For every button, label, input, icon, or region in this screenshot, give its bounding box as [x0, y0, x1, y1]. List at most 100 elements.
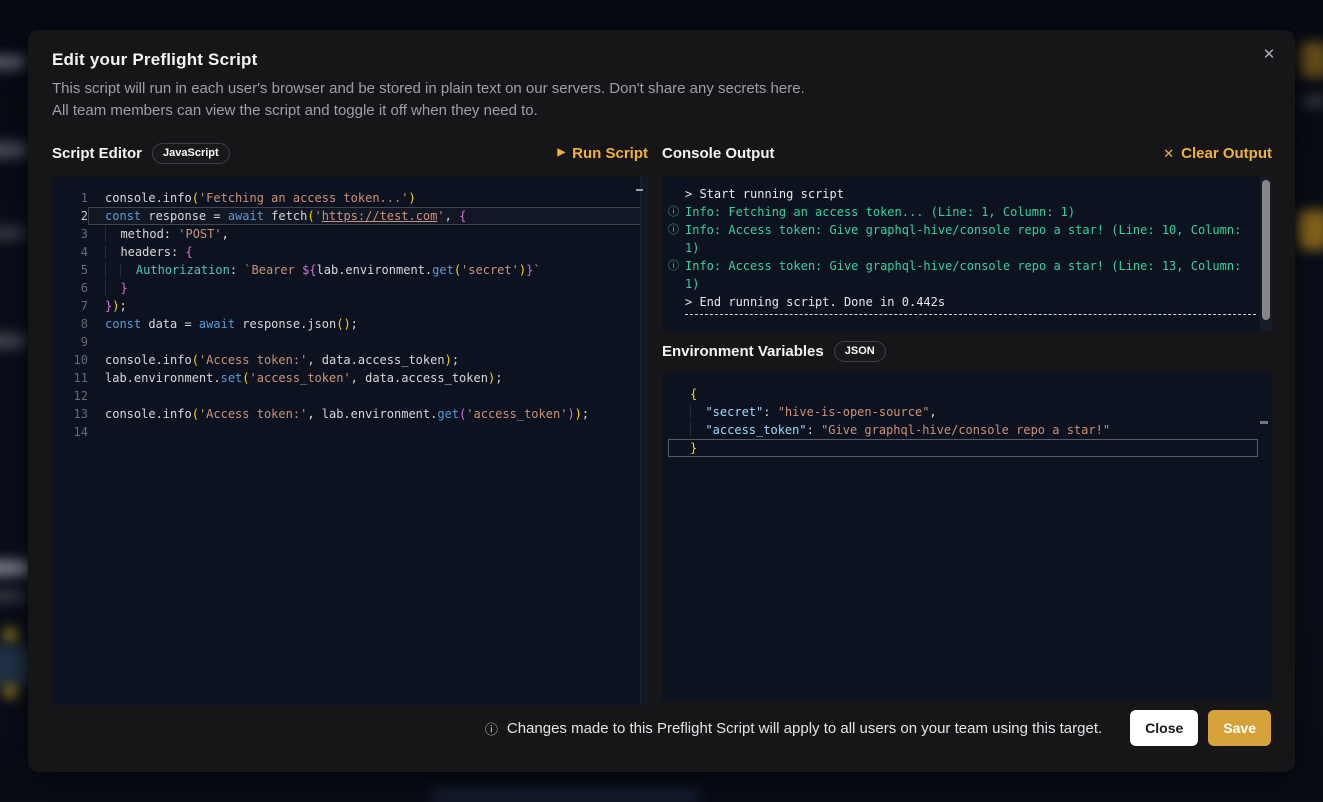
modal-title: Edit your Preflight Script: [52, 50, 257, 70]
console-line: > End running script. Done in 0.442s: [662, 293, 1272, 311]
backdrop-blob: [0, 55, 26, 70]
info-circle-icon: ⓘ: [668, 203, 685, 221]
close-button[interactable]: Close: [1130, 710, 1198, 746]
code-line-content: console.info('Access token:', data.acces…: [88, 351, 648, 369]
code-line-content: const response = await fetch('https://te…: [88, 207, 648, 225]
console-scrollbar-thumb[interactable]: [1262, 180, 1270, 320]
console-output-section: Console Output ✕ Clear Output > Start ru…: [662, 143, 1272, 701]
console-lines: > Start running scriptⓘInfo: Fetching an…: [662, 185, 1272, 311]
script-code-editor[interactable]: 1console.info('Fetching an access token.…: [52, 177, 648, 705]
code-line[interactable]: 8const data = await response.json();: [52, 315, 648, 333]
code-token: ): [567, 407, 574, 421]
code-line-content: const data = await response.json();: [88, 315, 648, 333]
console-line: ⓘInfo: Fetching an access token... (Line…: [662, 203, 1272, 221]
backdrop-blob: [0, 560, 30, 576]
backdrop-blob: [3, 628, 18, 642]
console-output-panel[interactable]: > Start running scriptⓘInfo: Fetching an…: [662, 177, 1272, 331]
save-button[interactable]: Save: [1208, 710, 1271, 746]
modal-description-line-1: This script will run in each user's brow…: [52, 78, 805, 100]
env-line[interactable]: {: [668, 385, 1258, 403]
code-token: , data.access_token: [351, 371, 488, 385]
console-line: ⓘInfo: Access token: Give graphql-hive/c…: [662, 257, 1272, 293]
modal-description-line-2: All team members can view the script and…: [52, 100, 805, 122]
code-line[interactable]: 7});: [52, 297, 648, 315]
code-token: data =: [141, 317, 199, 331]
code-line[interactable]: 3 method: 'POST',: [52, 225, 648, 243]
env-line[interactable]: }: [668, 439, 1258, 457]
code-token: ): [519, 263, 526, 277]
code-line[interactable]: 13console.info('Access token:', lab.envi…: [52, 405, 648, 423]
code-token: }: [120, 281, 127, 295]
environment-variables-header: Environment Variables JSON: [662, 341, 1272, 361]
code-token: 'POST': [178, 227, 221, 241]
code-token: https://test.com: [322, 209, 438, 223]
code-token: {: [459, 209, 466, 223]
editor-scrollbar-strip[interactable]: [640, 177, 648, 705]
env-line[interactable]: "access_token": "Give graphql-hive/conso…: [668, 421, 1258, 439]
code-token: 'Access token:': [199, 353, 307, 367]
code-token: const: [105, 317, 141, 331]
env-line[interactable]: "secret": "hive-is-open-source",: [668, 403, 1258, 421]
console-line-text: Info: Access token: Give graphql-hive/co…: [685, 221, 1256, 257]
code-line-content: lab.environment.set('access_token', data…: [88, 369, 648, 387]
code-line[interactable]: 4 headers: {: [52, 243, 648, 261]
play-icon: ▶: [557, 148, 565, 158]
line-number: 8: [52, 315, 88, 333]
close-icon[interactable]: ✕: [1257, 42, 1281, 66]
backdrop-blob: [0, 590, 26, 602]
backdrop-blob: [0, 645, 30, 685]
code-line-content: }: [88, 279, 648, 297]
code-line[interactable]: 6 }: [52, 279, 648, 297]
code-line[interactable]: 12: [52, 387, 648, 405]
modal-footer: ⓘ Changes made to this Preflight Script …: [52, 708, 1271, 748]
code-line-content: console.info('Fetching an access token..…: [88, 189, 648, 207]
code-token: ;: [582, 407, 589, 421]
code-token: method:: [120, 227, 178, 241]
code-token: response =: [141, 209, 228, 223]
modal-description: This script will run in each user's brow…: [52, 78, 805, 122]
environment-variables-editor[interactable]: { "secret": "hive-is-open-source", "acce…: [662, 373, 1272, 701]
code-line[interactable]: 11lab.environment.set('access_token', da…: [52, 369, 648, 387]
json-badge: JSON: [834, 341, 886, 362]
clear-output-button[interactable]: ✕ Clear Output: [1163, 145, 1272, 162]
backdrop-blob: [0, 142, 28, 158]
console-line-text: > Start running script: [685, 185, 1256, 203]
code-line[interactable]: 9: [52, 333, 648, 351]
code-token: ,: [222, 227, 229, 241]
code-token: `: [533, 263, 540, 277]
backdrop-blob: [1300, 42, 1323, 78]
console-output-header: Console Output ✕ Clear Output: [662, 143, 1272, 163]
code-line[interactable]: 10console.info('Access token:', data.acc…: [52, 351, 648, 369]
backdrop-blob: [1302, 95, 1323, 107]
code-token: console.info: [105, 407, 192, 421]
console-line: > Start running script: [662, 185, 1272, 203]
clear-icon: ✕: [1163, 147, 1174, 160]
code-token: 'Access token:': [199, 407, 307, 421]
code-token: response.json: [235, 317, 336, 331]
code-line[interactable]: 5 Authorization: `Bearer ${lab.environme…: [52, 261, 648, 279]
code-token: "hive-is-open-source": [778, 405, 930, 419]
info-icon: ⓘ: [485, 719, 498, 738]
line-number: 3: [52, 225, 88, 243]
code-line[interactable]: 14: [52, 423, 648, 441]
run-script-button[interactable]: ▶ Run Script: [557, 145, 648, 162]
code-token: {: [185, 245, 192, 259]
code-token: set: [221, 371, 243, 385]
code-token: headers:: [120, 245, 185, 259]
code-token: [105, 281, 120, 295]
code-token: Authorization: [136, 263, 230, 277]
code-line[interactable]: 1console.info('Fetching an access token.…: [52, 189, 648, 207]
code-token: [105, 263, 120, 277]
code-line-content: });: [88, 297, 648, 315]
javascript-badge: JavaScript: [152, 143, 230, 164]
code-line[interactable]: 2const response = await fetch('https://t…: [52, 207, 648, 225]
backdrop-blob: [0, 226, 26, 240]
code-token: (: [192, 353, 199, 367]
code-token: `Bearer: [244, 263, 302, 277]
console-line-text: Info: Fetching an access token... (Line:…: [685, 203, 1256, 221]
code-token: ): [408, 191, 415, 205]
code-token: lab.environment.: [105, 371, 221, 385]
code-token: (: [454, 263, 461, 277]
line-number: 9: [52, 333, 88, 351]
environment-variables-title: Environment Variables: [662, 343, 824, 360]
